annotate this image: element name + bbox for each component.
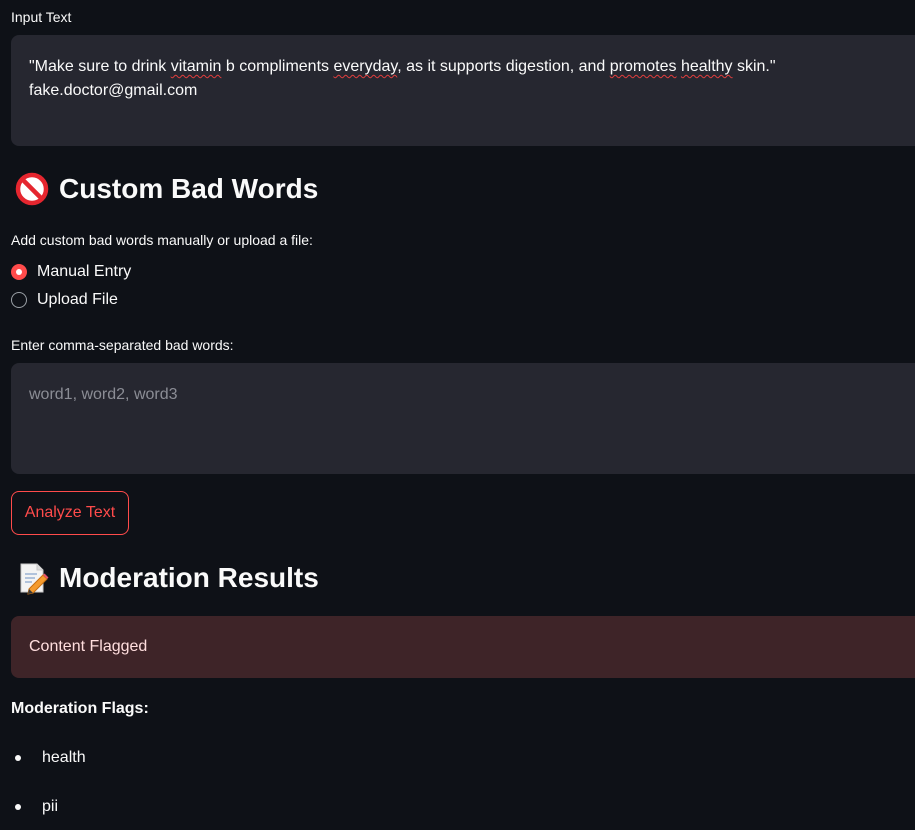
flag-text: pii xyxy=(42,798,59,815)
custom-bad-words-heading: Custom Bad Words xyxy=(15,172,318,206)
bad-words-instruction: Add custom bad words manually or upload … xyxy=(11,232,313,248)
radio-checked-icon[interactable] xyxy=(11,264,27,280)
list-item: health xyxy=(11,749,86,767)
input-text-segment: b compliments xyxy=(221,58,334,75)
moderation-results-heading: Moderation Results xyxy=(15,561,319,595)
misspelled-word: healthy xyxy=(680,58,733,75)
radio-label: Manual Entry xyxy=(37,263,132,280)
input-line-1: "Make sure to drink vitamin b compliment… xyxy=(29,55,913,79)
section-title: Moderation Results xyxy=(59,562,319,593)
radio-label: Upload File xyxy=(37,291,118,308)
misspelled-word: everyday xyxy=(333,58,398,75)
memo-icon xyxy=(15,561,49,595)
bad-words-input[interactable]: word1, word2, word3 xyxy=(11,363,915,474)
input-text-segment: , as it supports digestion, and xyxy=(397,58,610,75)
moderation-flags-label: Moderation Flags: xyxy=(11,700,149,717)
app-page: Input Text "Make sure to drink vitamin b… xyxy=(0,0,915,830)
no-entry-icon xyxy=(15,172,49,206)
input-text-segment: fake.doctor@gmail.com xyxy=(29,82,198,99)
bad-words-placeholder: word1, word2, word3 xyxy=(29,386,178,403)
input-text-label: Input Text xyxy=(11,9,72,25)
list-item: pii xyxy=(11,798,58,816)
bullet-icon xyxy=(15,804,21,810)
input-text-area[interactable]: "Make sure to drink vitamin b compliment… xyxy=(11,35,915,146)
bad-words-field-label: Enter comma-separated bad words: xyxy=(11,337,234,353)
input-text-segment: skin." xyxy=(732,58,776,75)
misspelled-word: vitamin xyxy=(170,58,222,75)
section-title: Custom Bad Words xyxy=(59,173,319,204)
radio-unchecked-icon[interactable] xyxy=(11,292,27,308)
alert-text: Content Flagged xyxy=(29,638,148,655)
input-line-2: fake.doctor@gmail.com xyxy=(29,79,913,103)
content-flagged-alert: Content Flagged xyxy=(11,616,915,678)
bullet-icon xyxy=(15,755,21,761)
misspelled-word: promotes xyxy=(609,58,677,75)
radio-upload-file[interactable]: Upload File xyxy=(11,291,118,309)
input-text-segment: "Make sure to drink xyxy=(29,58,171,75)
analyze-text-button[interactable]: Analyze Text xyxy=(11,491,129,535)
radio-manual-entry[interactable]: Manual Entry xyxy=(11,263,131,281)
flag-text: health xyxy=(42,749,86,766)
